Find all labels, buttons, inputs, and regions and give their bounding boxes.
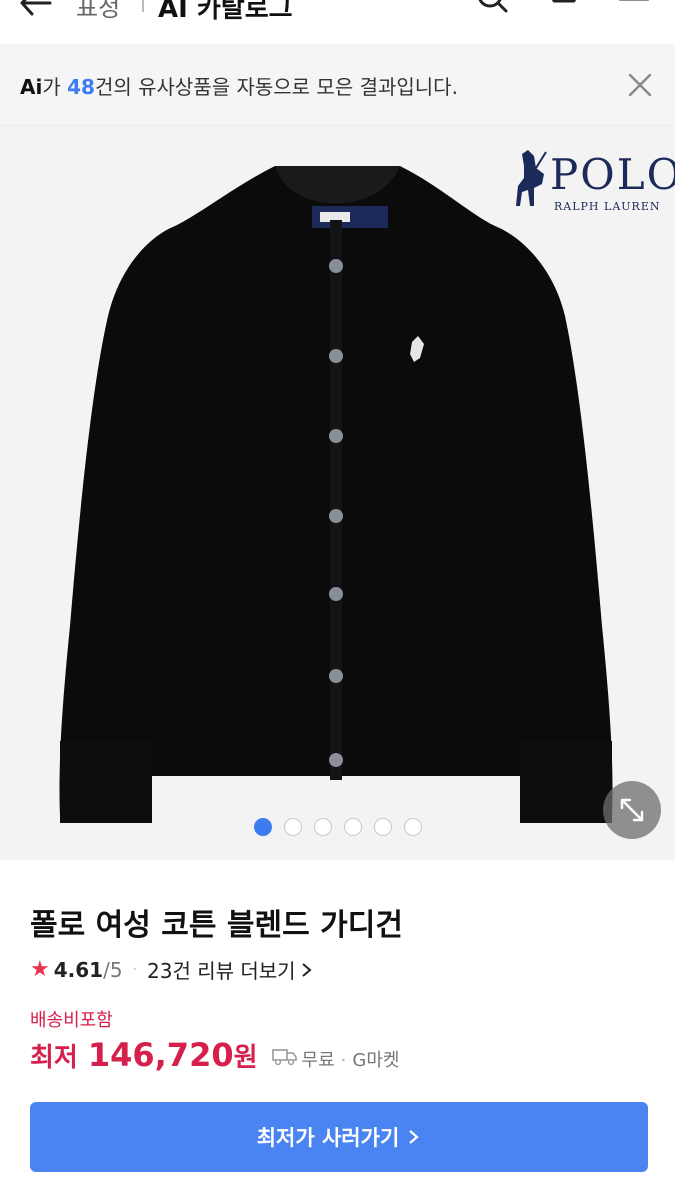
logo-text: POLO xyxy=(550,150,675,199)
shipping-fee: 무료 xyxy=(301,1050,335,1071)
carousel-dot[interactable] xyxy=(314,818,332,836)
truck-icon xyxy=(271,1046,298,1066)
chevron-right-icon xyxy=(301,962,312,977)
store-separator: · xyxy=(340,1050,347,1071)
breadcrumb-divider xyxy=(142,0,144,12)
cart-button[interactable] xyxy=(544,0,584,18)
menu-button[interactable] xyxy=(614,0,654,18)
cardigan-image xyxy=(59,166,613,823)
store-name: G마켓 xyxy=(352,1050,400,1071)
buy-lowest-price-button[interactable]: 최저가 사러가기 xyxy=(30,1102,648,1172)
page-title: AI 카탈로그 xyxy=(158,0,293,24)
lowest-price-label: 최저 xyxy=(30,1043,78,1073)
shipping-included-label: 배송비포함 xyxy=(30,1010,113,1031)
cart-icon xyxy=(552,0,576,3)
ai-notice-text: Ai가 48건의 유사상품을 자동으로 모은 결과입니다. xyxy=(20,71,458,100)
search-icon xyxy=(478,0,508,13)
polo-brand-logo: POLO RALPH LAUREN xyxy=(514,144,675,214)
carousel-dot[interactable] xyxy=(404,818,422,836)
expand-image-button[interactable] xyxy=(603,781,661,839)
top-nav: 표정 AI 카탈로그 xyxy=(0,0,675,44)
carousel-indicator xyxy=(254,818,422,836)
carousel-dot[interactable] xyxy=(284,818,302,836)
close-banner-button[interactable] xyxy=(623,68,657,102)
expand-icon xyxy=(620,798,644,822)
carousel-dot[interactable] xyxy=(374,818,392,836)
rating-max: /5 xyxy=(103,957,123,982)
reviews-link[interactable]: 23건 리뷰 더보기 xyxy=(147,955,296,984)
ai-label: Ai xyxy=(20,75,43,99)
logo-subtext: RALPH LAUREN xyxy=(554,200,661,213)
carousel-dot[interactable] xyxy=(344,818,362,836)
chevron-right-icon xyxy=(409,1130,419,1144)
close-icon xyxy=(628,73,652,97)
rating-separator: · xyxy=(132,961,138,978)
similar-count: 48 xyxy=(67,75,95,99)
price-amount: 146,720 xyxy=(87,1036,234,1074)
carousel-dot-active[interactable] xyxy=(254,818,272,836)
back-arrow-icon xyxy=(20,0,52,16)
product-name: 폴로 여성 코튼 블렌드 가디건 xyxy=(30,908,403,943)
star-icon: ★ xyxy=(30,957,50,982)
back-button[interactable] xyxy=(18,0,58,20)
product-image-carousel[interactable]: POLO RALPH LAUREN xyxy=(0,126,675,860)
polo-pony-icon xyxy=(516,150,547,206)
ai-notice-pre: 가 xyxy=(42,75,68,99)
buy-button-label: 최저가 사러가기 xyxy=(256,1126,400,1150)
rating-row: ★ 4.61 /5 · 23건 리뷰 더보기 xyxy=(30,955,314,984)
menu-icon xyxy=(618,0,650,1)
ai-notice-post: 건의 유사상품을 자동으로 모은 결과입니다. xyxy=(94,75,458,99)
ai-notice-banner: Ai가 48건의 유사상품을 자동으로 모은 결과입니다. xyxy=(0,44,675,126)
product-info: 폴로 여성 코튼 블렌드 가디건 ★ 4.61 /5 · 23건 리뷰 더보기 … xyxy=(0,860,675,1200)
search-button[interactable] xyxy=(472,0,512,18)
price-row: 최저 146,720 원 무료 · G마켓 xyxy=(30,1036,399,1074)
rating-score: 4.61 xyxy=(53,957,104,982)
price-unit: 원 xyxy=(233,1043,258,1073)
breadcrumb[interactable]: 표정 xyxy=(76,0,120,23)
